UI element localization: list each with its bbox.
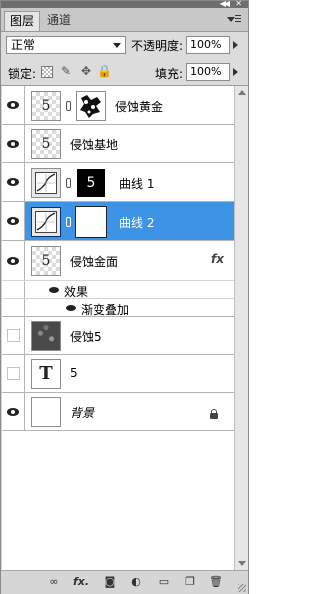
blend-mode-value: 正常 — [11, 38, 36, 52]
visibility-toggle[interactable] — [2, 202, 25, 240]
panel-titlebar: ◀◀ ✕ — [1, 0, 248, 8]
layer-row[interactable]: 5 侵蚀金面 fx — [2, 241, 234, 281]
visibility-toggle[interactable] — [2, 163, 25, 201]
visibility-toggle[interactable] — [2, 393, 25, 430]
layer-row-selected[interactable]: 曲线 2 — [2, 202, 234, 241]
new-layer-icon[interactable]: ❐ — [183, 575, 197, 589]
visibility-off-box — [7, 328, 20, 342]
layer-mask-thumbnail[interactable] — [75, 206, 107, 238]
scroll-up-icon[interactable] — [238, 90, 246, 95]
effect-item-row[interactable]: 渐变叠加 — [2, 299, 234, 317]
layer-name[interactable]: 曲线 1 — [119, 175, 154, 192]
layer-name[interactable]: 侵蚀金面 — [70, 253, 118, 270]
collapse-panel-icon[interactable]: ◀◀ — [220, 0, 230, 8]
layer-mask-thumbnail[interactable] — [76, 91, 106, 121]
layers-list: 5 侵蚀黄金 5 侵蚀基地 5 曲线 1 曲线 2 5 侵蚀金面 fx 效果 渐… — [2, 86, 234, 570]
effects-label: 效果 — [64, 285, 89, 299]
opacity-input[interactable]: 100% — [186, 36, 230, 54]
opacity-slider-arrow-icon[interactable] — [233, 41, 238, 49]
tab-layers[interactable]: 图层 — [4, 11, 41, 31]
lock-row: 锁定: ✎ ✥ 🔒 填充: 100% — [1, 59, 248, 86]
eye-icon — [7, 407, 19, 416]
text-layer-icon: T — [31, 359, 61, 389]
eye-icon — [7, 139, 19, 148]
adjustment-layer-icon[interactable]: ◐ — [129, 575, 143, 589]
eye-icon — [7, 217, 19, 225]
visibility-toggle[interactable] — [2, 317, 25, 354]
add-mask-icon[interactable]: ◙ — [103, 575, 117, 589]
layer-thumbnail: 5 — [31, 246, 61, 276]
eye-icon — [7, 256, 19, 265]
chain-link-icon[interactable] — [66, 101, 71, 111]
layer-thumbnail — [31, 321, 61, 351]
eye-icon[interactable] — [66, 305, 76, 311]
blend-options-row: 正常 不透明度: 100% — [1, 32, 248, 59]
panel-footer: ∞ fx. ◙ ◐ ▭ ❐ 🗑 — [1, 570, 248, 594]
layer-effects-icon[interactable]: fx — [211, 252, 224, 266]
layer-thumbnail: 5 — [31, 129, 61, 159]
visibility-off-box — [7, 366, 20, 380]
layer-row[interactable]: 侵蚀5 — [2, 317, 234, 355]
lock-position-icon[interactable]: ✥ — [79, 64, 93, 78]
effects-spacer — [2, 299, 25, 316]
visibility-toggle[interactable] — [2, 241, 25, 280]
layer-style-icon[interactable]: fx. — [73, 575, 89, 589]
visibility-toggle[interactable] — [2, 125, 25, 162]
layer-name[interactable]: 背景 — [70, 404, 94, 421]
fill-slider-arrow-icon[interactable] — [233, 68, 238, 76]
curves-adjustment-icon — [31, 168, 61, 198]
tab-channels[interactable]: 通道 — [42, 11, 76, 30]
panel-menu-icon[interactable] — [226, 13, 242, 27]
layer-row[interactable]: 5 侵蚀基地 — [2, 125, 234, 163]
layer-thumbnail — [31, 397, 61, 427]
eye-icon — [7, 178, 19, 186]
fill-input[interactable]: 100% — [186, 63, 230, 81]
lock-brush-icon[interactable]: ✎ — [59, 64, 73, 78]
close-panel-icon[interactable]: ✕ — [235, 0, 242, 8]
lock-all-icon[interactable]: 🔒 — [97, 64, 112, 78]
layer-mask-thumbnail[interactable]: 5 — [76, 168, 106, 198]
lock-icon — [210, 409, 218, 419]
effects-spacer — [2, 281, 25, 298]
chain-link-icon[interactable] — [66, 178, 71, 188]
opacity-label: 不透明度: — [131, 39, 184, 53]
layer-row[interactable]: 背景 — [2, 393, 234, 431]
visibility-toggle[interactable] — [2, 355, 25, 392]
chevron-down-icon — [113, 43, 121, 48]
visibility-toggle[interactable] — [2, 86, 25, 124]
fill-label: 填充: — [155, 67, 184, 81]
layer-row[interactable]: 5 曲线 1 — [2, 163, 234, 202]
layers-scrollbar[interactable] — [234, 86, 248, 570]
layer-row[interactable]: T 5 — [2, 355, 234, 393]
layer-thumbnail: 5 — [31, 91, 61, 121]
eye-icon — [7, 101, 19, 109]
group-folder-icon[interactable]: ▭ — [157, 575, 171, 589]
layer-name[interactable]: 侵蚀黄金 — [115, 98, 163, 115]
chain-link-icon[interactable] — [66, 217, 71, 227]
eye-icon[interactable] — [49, 287, 59, 293]
effect-item-label: 渐变叠加 — [81, 303, 130, 317]
lock-transparency-icon[interactable] — [41, 66, 53, 78]
trash-icon[interactable]: 🗑 — [209, 575, 223, 589]
panel-tabs: 图层 通道 — [1, 8, 248, 32]
layers-panel: ◀◀ ✕ 图层 通道 正常 不透明度: 100% 锁定: ✎ ✥ 🔒 填充: 1… — [0, 0, 249, 594]
layer-row[interactable]: 5 侵蚀黄金 — [2, 86, 234, 125]
layer-name[interactable]: 5 — [70, 366, 78, 380]
curves-adjustment-icon — [31, 207, 61, 237]
scroll-down-icon[interactable] — [238, 561, 246, 566]
layer-name[interactable]: 侵蚀基地 — [70, 136, 118, 153]
lock-label: 锁定: — [8, 67, 37, 81]
layer-name[interactable]: 侵蚀5 — [70, 328, 102, 345]
resize-grip-icon[interactable] — [238, 584, 246, 592]
layer-name[interactable]: 曲线 2 — [119, 214, 154, 231]
link-layers-icon[interactable]: ∞ — [47, 575, 61, 589]
effects-row[interactable]: 效果 — [2, 281, 234, 299]
blend-mode-select[interactable]: 正常 — [6, 36, 126, 54]
